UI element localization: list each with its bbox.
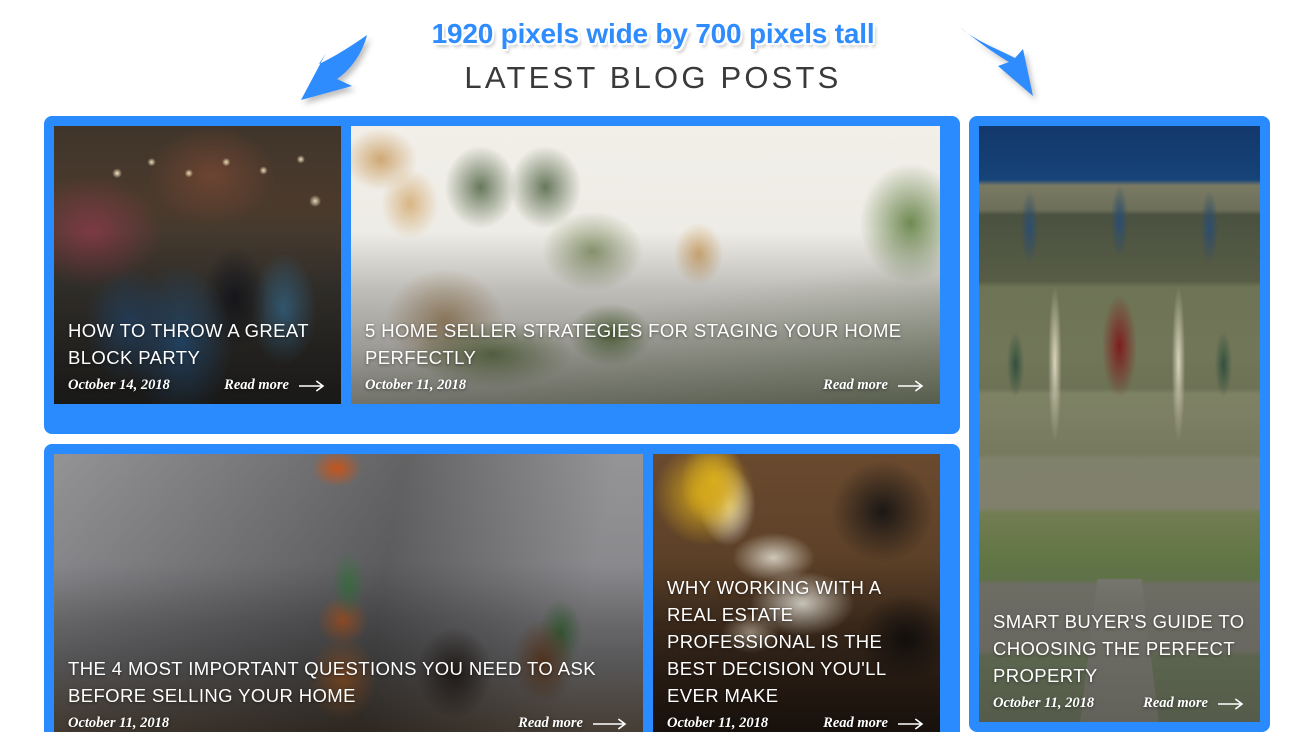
read-more-label: Read more	[823, 715, 888, 731]
blog-card-body: SMART BUYER'S GUIDE TO CHOOSING THE PERF…	[979, 608, 1260, 722]
blog-card-meta: October 11, 2018 Read more	[68, 715, 629, 732]
blog-card-body: WHY WORKING WITH A REAL ESTATE PROFESSIO…	[653, 574, 940, 732]
read-more-label: Read more	[1143, 695, 1208, 711]
read-more-link[interactable]: Read more	[518, 715, 629, 732]
blog-card-body: HOW TO THROW A GREAT BLOCK PARTY October…	[54, 317, 341, 404]
blog-grid-right-column: SMART BUYER'S GUIDE TO CHOOSING THE PERF…	[969, 116, 1270, 732]
read-more-label: Read more	[823, 377, 888, 393]
blog-card-date: October 11, 2018	[68, 715, 170, 731]
arrow-down-left-icon	[301, 35, 367, 100]
page-header: 1920 pixels wide by 700 pixels tall LATE…	[0, 0, 1306, 112]
blog-card-title: THE 4 MOST IMPORTANT QUESTIONS YOU NEED …	[68, 658, 596, 706]
blog-card-body: THE 4 MOST IMPORTANT QUESTIONS YOU NEED …	[54, 655, 643, 732]
blog-card-tall-frame: SMART BUYER'S GUIDE TO CHOOSING THE PERF…	[969, 116, 1270, 732]
blog-card-professional[interactable]: WHY WORKING WITH A REAL ESTATE PROFESSIO…	[653, 454, 940, 732]
read-more-link[interactable]: Read more	[224, 377, 327, 394]
blog-card-date: October 11, 2018	[667, 715, 769, 731]
read-more-label: Read more	[224, 377, 289, 393]
blog-card-buyers-guide[interactable]: SMART BUYER'S GUIDE TO CHOOSING THE PERF…	[979, 126, 1260, 722]
blog-row-bottom-frame: THE 4 MOST IMPORTANT QUESTIONS YOU NEED …	[44, 444, 960, 732]
arrow-down-right-icon	[960, 27, 1033, 96]
blog-card-date: October 14, 2018	[68, 377, 170, 393]
blog-grid-left-column: HOW TO THROW A GREAT BLOCK PARTY October…	[44, 116, 960, 732]
blog-card-title: WHY WORKING WITH A REAL ESTATE PROFESSIO…	[667, 577, 886, 706]
blog-card-meta: October 11, 2018 Read more	[993, 695, 1246, 712]
blog-card-block-party[interactable]: HOW TO THROW A GREAT BLOCK PARTY October…	[54, 126, 341, 404]
arrow-right-icon	[593, 717, 627, 730]
read-more-label: Read more	[518, 715, 583, 731]
arrow-right-icon	[299, 379, 325, 392]
blog-grid: HOW TO THROW A GREAT BLOCK PARTY October…	[44, 116, 1270, 732]
read-more-link[interactable]: Read more	[1143, 695, 1246, 712]
read-more-link[interactable]: Read more	[823, 715, 926, 732]
blog-row-top-frame: HOW TO THROW A GREAT BLOCK PARTY October…	[44, 116, 960, 434]
read-more-link[interactable]: Read more	[823, 377, 926, 394]
blog-card-date: October 11, 2018	[365, 377, 467, 393]
size-annotation-text: 1920 pixels wide by 700 pixels tall	[431, 18, 875, 49]
blog-card-title: SMART BUYER'S GUIDE TO CHOOSING THE PERF…	[993, 611, 1245, 686]
blog-card-meta: October 11, 2018 Read more	[667, 715, 926, 732]
blog-card-title: 5 HOME SELLER STRATEGIES FOR STAGING YOU…	[365, 320, 902, 368]
arrow-right-icon	[1218, 697, 1244, 710]
blog-card-body: 5 HOME SELLER STRATEGIES FOR STAGING YOU…	[351, 317, 940, 404]
blog-card-title: HOW TO THROW A GREAT BLOCK PARTY	[68, 320, 309, 368]
blog-posts-page: 1920 pixels wide by 700 pixels tall LATE…	[0, 0, 1306, 732]
blog-card-meta: October 14, 2018 Read more	[68, 377, 327, 394]
blog-card-meta: October 11, 2018 Read more	[365, 377, 926, 394]
arrow-right-icon	[898, 717, 924, 730]
page-title: LATEST BLOG POSTS	[464, 60, 842, 95]
blog-card-staging[interactable]: 5 HOME SELLER STRATEGIES FOR STAGING YOU…	[351, 126, 940, 404]
arrow-right-icon	[898, 379, 924, 392]
blog-card-date: October 11, 2018	[993, 695, 1095, 711]
blog-card-questions[interactable]: THE 4 MOST IMPORTANT QUESTIONS YOU NEED …	[54, 454, 643, 732]
